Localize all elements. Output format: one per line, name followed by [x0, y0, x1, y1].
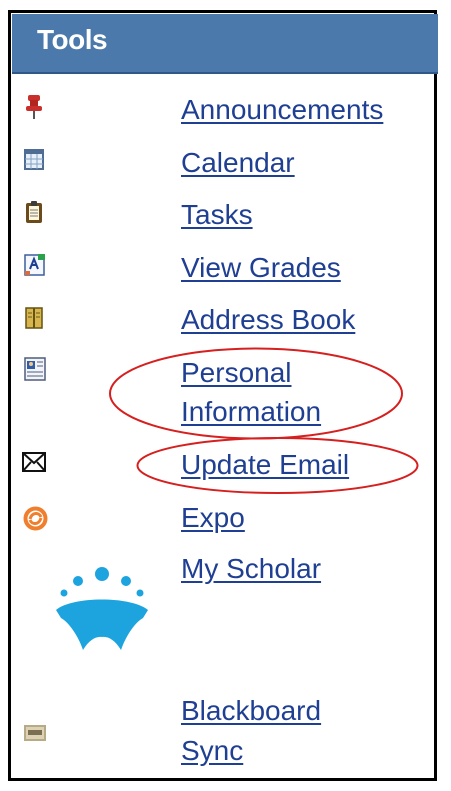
blackboard-sync-link-line-2[interactable]: Sync: [181, 733, 243, 769]
tools-title: Tools: [37, 24, 108, 55]
blackboard-sync-link-line-1[interactable]: Blackboard: [181, 693, 321, 729]
address-book-link[interactable]: Address Book: [181, 302, 355, 338]
view-grades-link[interactable]: View Grades: [181, 250, 341, 286]
update-email-link[interactable]: Update Email: [181, 447, 349, 483]
blackboard-sync-icon: [24, 725, 46, 741]
id-card-icon: [24, 357, 46, 381]
personal-information-link-line-2[interactable]: Information: [181, 394, 321, 430]
expo-icon: [23, 506, 48, 531]
expo-link[interactable]: Expo: [181, 500, 245, 536]
tasks-link[interactable]: Tasks: [181, 197, 253, 233]
my-scholar-link[interactable]: My Scholar: [181, 551, 321, 587]
my-scholar-logo-icon: [56, 567, 148, 650]
tools-header: Tools: [12, 14, 438, 74]
calendar-link[interactable]: Calendar: [181, 145, 295, 181]
clipboard-icon: [26, 201, 42, 223]
announcements-link[interactable]: Announcements: [181, 92, 383, 128]
address-book-icon: [25, 307, 43, 329]
pushpin-icon: [26, 95, 42, 119]
envelope-icon: [22, 452, 46, 472]
calendar-icon: [24, 149, 44, 170]
personal-information-link-line-1[interactable]: Personal: [181, 355, 292, 391]
grades-icon: [24, 254, 45, 276]
